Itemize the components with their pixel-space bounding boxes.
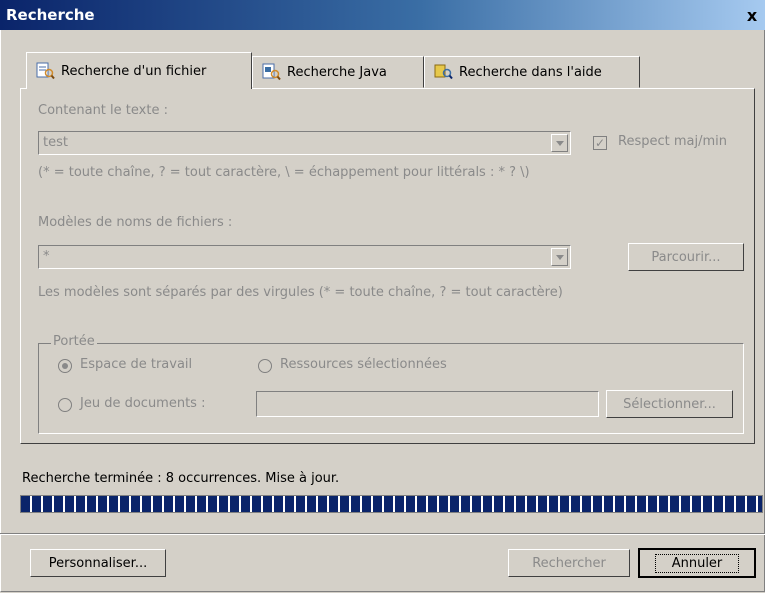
window-title: Recherche: [6, 6, 95, 24]
selected-resources-radio[interactable]: [258, 359, 272, 373]
scope-legend: Portée: [51, 334, 97, 349]
select-button[interactable]: Sélectionner...: [606, 390, 733, 418]
tab-file-search-label: Recherche d'un fichier: [61, 63, 207, 79]
text-combo[interactable]: test: [38, 131, 571, 155]
working-set-radio[interactable]: [58, 398, 72, 412]
progress-fill: [21, 496, 762, 512]
text-label: Contenant le texte :: [38, 103, 168, 118]
customize-button[interactable]: Personnaliser...: [30, 549, 166, 577]
footer-separator: [0, 533, 765, 535]
workspace-radio[interactable]: [58, 359, 72, 373]
close-button[interactable]: x: [743, 6, 761, 25]
pattern-combo-dropdown-icon[interactable]: [551, 248, 568, 266]
pattern-combo[interactable]: *: [38, 245, 571, 269]
tab-file-search[interactable]: Recherche d'un fichier: [26, 52, 252, 89]
tab-java-search[interactable]: Recherche Java: [252, 56, 424, 88]
text-combo-dropdown-icon[interactable]: [551, 134, 568, 152]
tab-help-search-label: Recherche dans l'aide: [459, 64, 602, 80]
browse-button[interactable]: Parcourir...: [628, 243, 744, 271]
status-text: Recherche terminée : 8 occurrences. Mise…: [22, 471, 340, 486]
tab-help-search[interactable]: Recherche dans l'aide: [424, 56, 640, 88]
workspace-label: Espace de travail: [80, 357, 193, 372]
tab-java-search-label: Recherche Java: [287, 64, 387, 80]
search-button[interactable]: Rechercher: [508, 549, 630, 577]
help-search-icon: [434, 64, 453, 80]
pattern-combo-value: *: [43, 249, 50, 264]
working-set-field[interactable]: [256, 391, 599, 417]
cancel-button-label: Annuler: [654, 553, 740, 573]
cancel-button[interactable]: Annuler: [638, 548, 756, 578]
case-sensitive-checkbox[interactable]: ✓: [593, 136, 607, 150]
text-hint: (* = toute chaîne, ? = tout caractère, \…: [38, 165, 530, 180]
java-search-icon: [262, 63, 281, 81]
selected-resources-label: Ressources sélectionnées: [280, 357, 447, 372]
case-sensitive-label: Respect maj/min: [618, 134, 727, 149]
title-bar: Recherche x: [0, 0, 765, 30]
pattern-label: Modèles de noms de fichiers :: [38, 215, 233, 230]
file-search-icon: [36, 62, 55, 80]
text-combo-value: test: [43, 135, 68, 150]
progress-bar: [20, 495, 763, 513]
working-set-label: Jeu de documents :: [80, 396, 206, 411]
pattern-hint: Les modèles sont séparés par des virgule…: [38, 285, 563, 300]
